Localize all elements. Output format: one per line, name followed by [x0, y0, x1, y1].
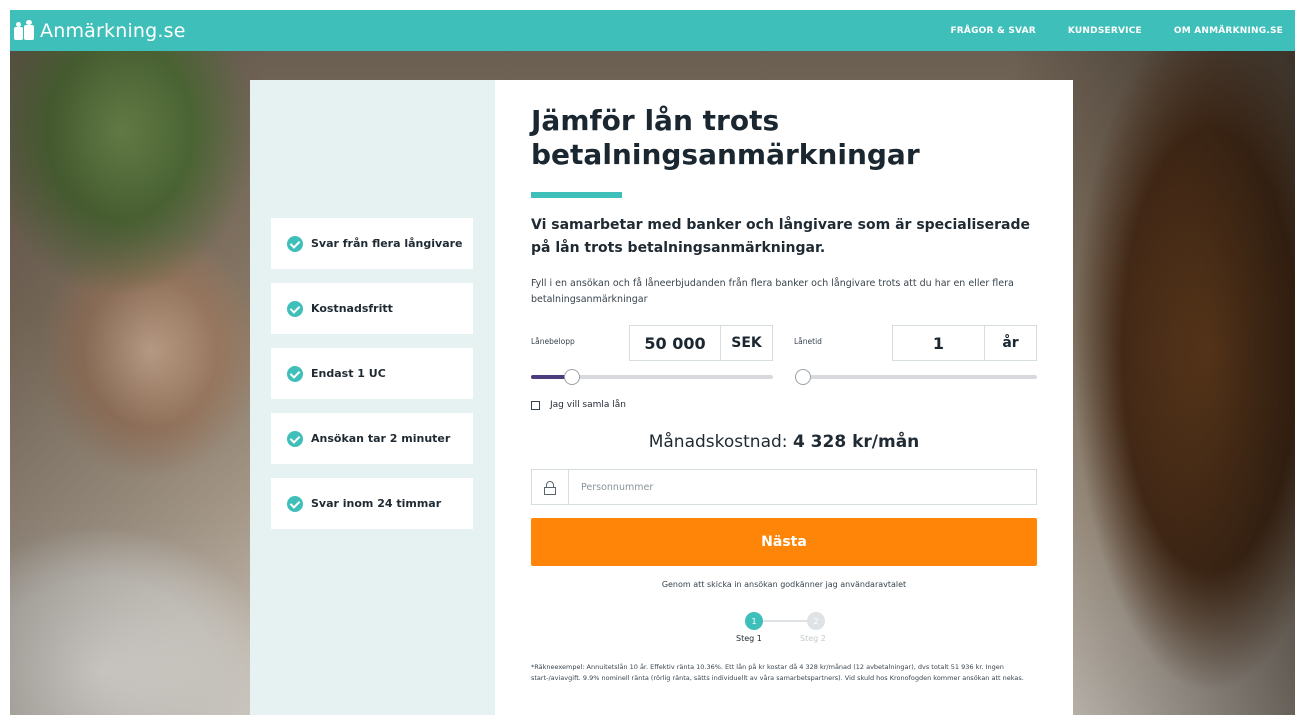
personnummer-field: [531, 469, 1037, 505]
loan-term-slider[interactable]: [795, 369, 1037, 385]
check-circle-icon: [287, 235, 303, 252]
slider-handle[interactable]: [795, 369, 811, 385]
people-logo-icon: [14, 19, 34, 40]
loan-term-input[interactable]: 1: [892, 325, 985, 361]
step-2-indicator: 2: [807, 612, 825, 630]
feature-label: Kostnadsfritt: [311, 302, 393, 315]
feature-item: Svar inom 24 timmar: [271, 478, 473, 529]
step-1-indicator: 1: [745, 612, 763, 630]
main-nav: FRÅGOR & SVAR KUNDSERVICE OM ANMÄRKNING.…: [918, 26, 1283, 36]
check-circle-icon: [287, 430, 303, 447]
feature-item: Svar från flera långivare: [271, 218, 473, 269]
check-circle-icon: [287, 300, 303, 317]
monthly-cost-value: 4 328 kr/mån: [792, 432, 920, 452]
feature-item: Ansökan tar 2 minuter: [271, 413, 473, 464]
nav-link-faq[interactable]: FRÅGOR & SVAR: [950, 26, 1035, 36]
check-circle-icon: [287, 365, 303, 382]
nav-link-about[interactable]: OM ANMÄRKNING.SE: [1174, 26, 1283, 36]
lock-icon-container: [532, 470, 569, 504]
feature-label: Endast 1 UC: [311, 367, 386, 380]
brand-logo[interactable]: Anmärkning.se: [14, 19, 186, 42]
nav-link-customer-service[interactable]: KUNDSERVICE: [1068, 26, 1142, 36]
progress-steps: 1 2 Steg 1 Steg 2: [495, 612, 1073, 652]
slider-track: [795, 375, 1037, 379]
monthly-cost: Månadskostnad: 4 328 kr/mån: [531, 432, 1037, 452]
consolidate-loans-checkbox[interactable]: Jag vill samla lån: [531, 400, 626, 410]
monthly-cost-label: Månadskostnad:: [648, 432, 788, 452]
consent-text: Genom att skicka in ansökan godkänner ja…: [661, 580, 907, 589]
calculation-example-footnote: *Räkneexempel: Annuitetslån 10 år. Effek…: [531, 663, 1024, 682]
title-underline: [531, 192, 622, 198]
next-button[interactable]: Nästa: [531, 518, 1037, 566]
feature-label: Ansökan tar 2 minuter: [311, 432, 451, 445]
loan-term-unit: år: [985, 325, 1037, 361]
step-connector: [763, 620, 807, 622]
feature-label: Svar från flera långivare: [311, 237, 463, 250]
feature-item: Endast 1 UC: [271, 348, 473, 399]
loan-amount-unit: SEK: [721, 325, 773, 361]
slider-handle[interactable]: [564, 369, 581, 385]
step-1-label: Steg 1: [736, 634, 762, 643]
checkbox-box[interactable]: [531, 400, 540, 410]
top-navigation-bar: Anmärkning.se FRÅGOR & SVAR KUNDSERVICE …: [10, 10, 1295, 51]
brand-name: Anmärkning.se: [40, 19, 186, 42]
loan-amount-label: Lånebelopp: [531, 337, 575, 346]
feature-label: Svar inom 24 timmar: [311, 497, 442, 510]
loan-amount-input[interactable]: 50 000: [629, 325, 721, 361]
personnummer-input[interactable]: [581, 481, 1001, 493]
lock-icon: [544, 480, 556, 495]
page-title: Jämför lån trots betalningsanmärkningar: [531, 104, 920, 171]
loan-amount-slider[interactable]: [531, 369, 773, 385]
features-panel: Svar från flera långivare Kostnadsfritt …: [250, 80, 495, 715]
feature-item: Kostnadsfritt: [271, 283, 473, 334]
step-2-label: Steg 2: [800, 634, 826, 643]
form-subtitle: Vi samarbetar med banker och långivare s…: [531, 217, 1031, 256]
loan-form-panel: Jämför lån trots betalningsanmärkningar …: [495, 80, 1073, 715]
check-circle-icon: [287, 495, 303, 512]
loan-term-label: Lånetid: [794, 337, 822, 346]
form-description: Fyll i en ansökan och få låneerbjudanden…: [531, 278, 1014, 305]
checkbox-label: Jag vill samla lån: [550, 400, 626, 410]
